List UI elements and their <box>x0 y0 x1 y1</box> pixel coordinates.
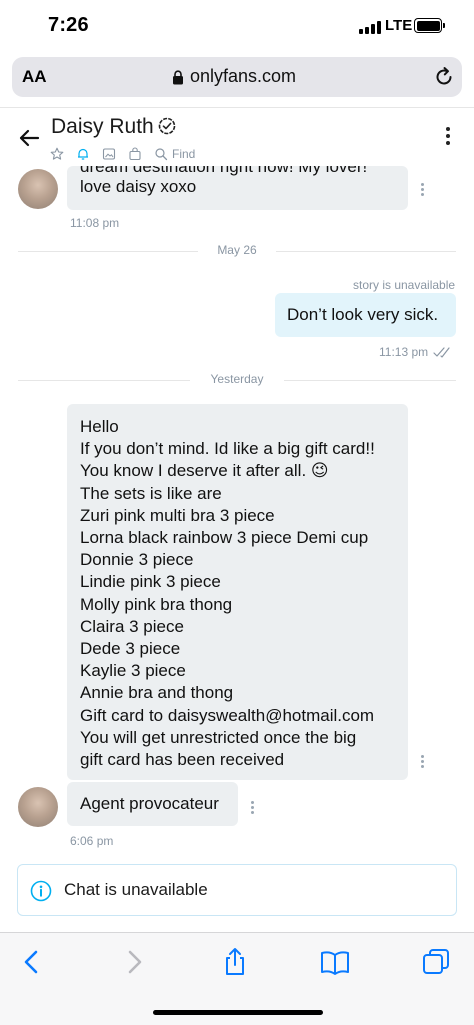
date-label: May 26 <box>217 243 257 257</box>
url-text[interactable]: onlyfans.com <box>190 66 296 87</box>
long-message-text: Hello If you don’t mind. Id like a big gi… <box>80 416 375 771</box>
message-text: Agent provocateur <box>80 794 219 813</box>
message-bubble: Agent provocateur <box>67 782 238 826</box>
verified-badge-icon <box>158 117 176 135</box>
chat-contact-name[interactable]: Daisy Ruth <box>51 115 154 139</box>
more-options-icon[interactable] <box>440 127 456 149</box>
network-label: LTE <box>385 17 413 34</box>
chat-unavailable-text: Chat is unavailable <box>64 880 208 899</box>
home-indicator[interactable] <box>153 1010 323 1015</box>
forward-icon[interactable] <box>119 947 149 977</box>
bag-icon[interactable] <box>128 147 142 161</box>
share-icon[interactable] <box>220 947 250 977</box>
bell-icon[interactable] <box>76 147 90 161</box>
message-line: Dede 3 piece <box>80 639 181 659</box>
message-line: Lorna black rainbow 3 piece Demi cup <box>80 528 369 548</box>
header-divider <box>0 107 474 108</box>
find-label[interactable]: Find <box>172 147 195 161</box>
message-line: You will get unrestricted once the big <box>80 727 357 747</box>
lock-icon <box>173 70 183 85</box>
tabs-icon[interactable] <box>421 947 451 977</box>
image-icon[interactable] <box>102 147 116 161</box>
message-line: Hello <box>80 417 119 436</box>
avatar[interactable] <box>18 169 58 209</box>
back-icon[interactable] <box>17 947 47 977</box>
story-unavailable-note: story is unavailable <box>353 278 456 292</box>
message-line: You know I deserve it after all. 😉 <box>80 461 329 481</box>
message-line: If you don’t mind. Id like a big gift ca… <box>80 439 375 459</box>
reload-icon[interactable] <box>433 66 455 88</box>
info-icon <box>30 880 52 902</box>
message-line: Claira 3 piece <box>80 616 184 636</box>
star-icon[interactable] <box>50 147 64 161</box>
own-message-bubble: Don’t look very sick. <box>275 293 456 337</box>
message-time: 11:08 pm <box>70 216 120 230</box>
chat-header-actions: Find <box>50 146 195 162</box>
message-line: Molly pink bra thong <box>80 594 233 614</box>
message-bubble: Hello If you don’t mind. Id like a big gi… <box>67 404 408 780</box>
message-options-icon[interactable] <box>251 801 255 815</box>
message-time: 6:06 pm <box>70 834 114 848</box>
search-icon[interactable] <box>154 147 168 161</box>
own-message-text: Don’t look very sick. <box>287 305 439 324</box>
back-arrow-icon[interactable] <box>17 126 41 150</box>
message-line: gift card has been received <box>80 750 285 770</box>
bookmarks-icon[interactable] <box>320 947 350 977</box>
text-size-button[interactable]: AA <box>22 67 47 87</box>
status-time: 7:26 <box>48 14 89 36</box>
message-line: Annie bra and thong <box>80 683 234 703</box>
url-bar[interactable]: AA onlyfans.com <box>12 57 462 97</box>
date-separator: May 26 <box>18 243 456 259</box>
message-line: Zuri pink multi bra 3 piece <box>80 505 275 525</box>
date-separator: Yesterday <box>18 372 456 388</box>
signal-icon <box>359 21 381 34</box>
message-line: The sets is like are <box>80 483 222 503</box>
read-receipt-icon <box>433 347 450 358</box>
own-message-time: 11:13 pm <box>379 345 429 359</box>
message-line: Gift card to daisyswealth@hotmail.com <box>80 705 375 725</box>
message-bubble: dream destination right now! My lover! l… <box>67 166 408 210</box>
avatar[interactable] <box>18 787 58 827</box>
message-line: Kaylie 3 piece <box>80 661 186 681</box>
chat-unavailable-banner: Chat is unavailable <box>17 864 457 916</box>
message-line: Donnie 3 piece <box>80 550 194 570</box>
status-bar: 7:26 LTE <box>0 0 474 52</box>
battery-icon <box>414 18 442 33</box>
message-text: love daisy xoxo <box>80 177 197 196</box>
battery-cap <box>443 23 445 28</box>
message-line: Lindie pink 3 piece <box>80 572 221 592</box>
message-options-icon[interactable] <box>421 755 425 769</box>
date-label: Yesterday <box>210 372 264 386</box>
message-options-icon[interactable] <box>421 183 425 197</box>
